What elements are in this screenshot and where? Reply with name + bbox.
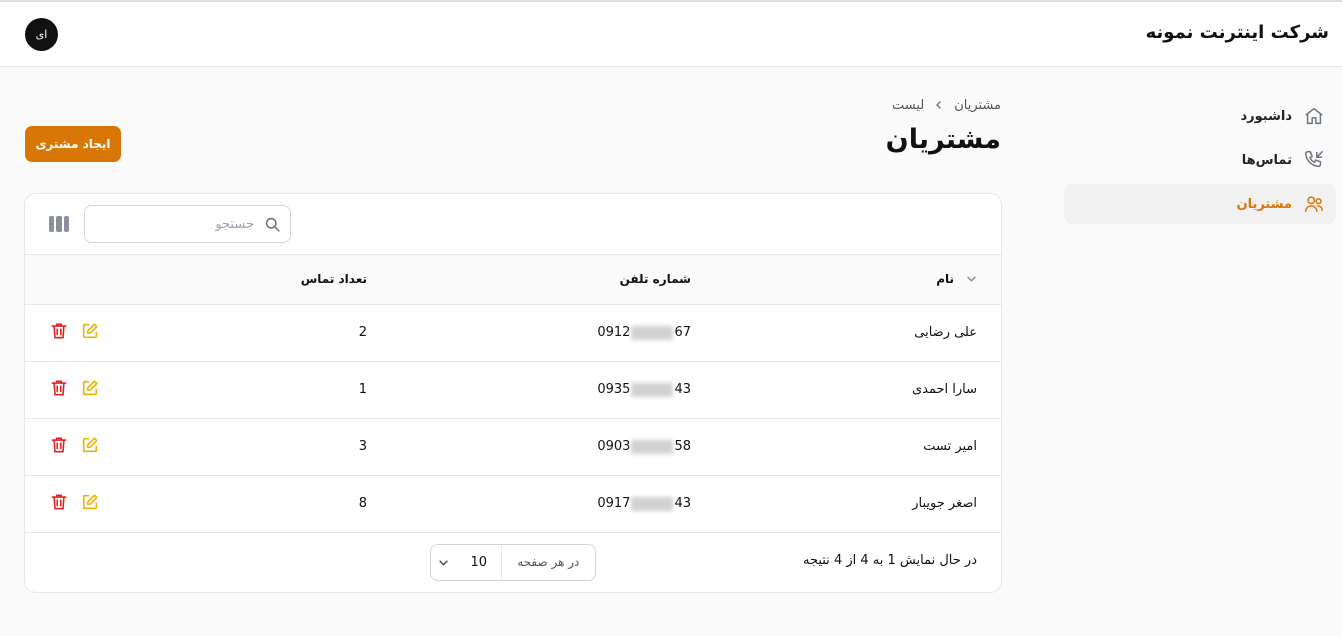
per-page-label: در هر صفحه: [500, 544, 595, 580]
table-row: سارا احمدی 0935 43 1: [25, 361, 1001, 418]
brand-name: شرکت اینترنت نمونه: [1145, 22, 1329, 43]
cell-name: علی رضایی: [914, 325, 977, 340]
cell-call-count: 8: [358, 496, 367, 511]
sidebar-item-label: تماس‌ها: [1241, 152, 1292, 168]
users-icon: [1292, 193, 1336, 215]
cell-call-count: 1: [358, 382, 367, 397]
pagination-summary: در حال نمایش 1 به 4 از 4 نتیجه: [802, 552, 977, 568]
trash-icon[interactable]: [51, 493, 67, 511]
columns-icon[interactable]: [49, 216, 69, 232]
column-header-name[interactable]: نام: [691, 255, 1001, 304]
home-icon: [1292, 105, 1336, 127]
breadcrumb: مشتریان لیست: [892, 98, 1001, 113]
per-page-select[interactable]: در هر صفحه 10: [430, 543, 596, 581]
phone-incoming-icon: [1292, 149, 1336, 171]
breadcrumb-item-list: لیست: [891, 98, 925, 113]
cell-name: سارا احمدی: [911, 382, 977, 397]
trash-icon[interactable]: [51, 379, 67, 397]
column-header-label: نام: [936, 271, 954, 286]
table-footer: در حال نمایش 1 به 4 از 4 نتیجه در هر صفح…: [25, 533, 1001, 593]
page-title: مشتریان: [885, 124, 1001, 155]
sidebar-item-customers[interactable]: مشتریان: [1064, 184, 1336, 224]
cell-call-count: 2: [358, 325, 367, 340]
table-toolbar: [25, 194, 1001, 255]
cell-phone: 0917 43: [597, 496, 691, 511]
cell-phone: 0912 67: [597, 325, 691, 340]
breadcrumb-item-customers[interactable]: مشتریان: [954, 98, 1001, 113]
edit-icon[interactable]: [81, 379, 99, 397]
redacted-digits: [631, 325, 674, 340]
column-header-phone: شماره تلفن: [619, 272, 691, 287]
trash-icon[interactable]: [51, 436, 67, 454]
cell-name: اصغر جویبار: [912, 496, 977, 511]
sidebar-item-calls[interactable]: تماس‌ها: [1064, 140, 1336, 180]
redacted-digits: [631, 382, 674, 397]
cell-phone: 0935 43: [597, 382, 691, 397]
customers-table: نام شماره تلفن تعداد تماس علی رضایی 0912…: [25, 255, 1001, 533]
redacted-digits: [631, 439, 674, 454]
table-row: امیر تست 0903 58 3: [25, 418, 1001, 475]
sidebar-item-label: مشتریان: [1236, 196, 1292, 212]
column-header-actions: [25, 255, 105, 304]
edit-icon[interactable]: [81, 493, 99, 511]
table-row: اصغر جویبار 0917 43 8: [25, 475, 1001, 532]
search-input[interactable]: [94, 216, 254, 232]
trash-icon[interactable]: [51, 322, 67, 340]
sidebar: داشبورد تماس‌ها مشتریان: [1064, 96, 1336, 228]
cell-name: امیر تست: [923, 439, 977, 454]
sidebar-item-dashboard[interactable]: داشبورد: [1064, 96, 1336, 136]
edit-icon[interactable]: [81, 322, 99, 340]
search-icon: [254, 216, 290, 233]
table-header-row: نام شماره تلفن تعداد تماس: [25, 255, 1001, 304]
chevron-left-icon: [934, 99, 944, 113]
column-header-count: تعداد تماس: [300, 272, 367, 287]
per-page-value: 10: [470, 554, 487, 570]
sidebar-item-label: داشبورد: [1240, 108, 1292, 124]
redacted-digits: [631, 496, 674, 511]
edit-icon[interactable]: [81, 436, 99, 454]
chevron-down-icon: [967, 276, 976, 282]
user-avatar[interactable]: ای: [25, 18, 58, 51]
customers-table-card: نام شماره تلفن تعداد تماس علی رضایی 0912…: [24, 193, 1002, 593]
search-box: [84, 205, 291, 243]
chevron-down-icon: [431, 557, 457, 568]
cell-phone: 0903 58: [597, 439, 691, 454]
table-row: علی رضایی 0912 67 2: [25, 304, 1001, 361]
cell-call-count: 3: [358, 439, 367, 454]
create-customer-button[interactable]: ایجاد مشتری: [25, 126, 121, 162]
app-header: شرکت اینترنت نمونه ای: [0, 2, 1342, 67]
